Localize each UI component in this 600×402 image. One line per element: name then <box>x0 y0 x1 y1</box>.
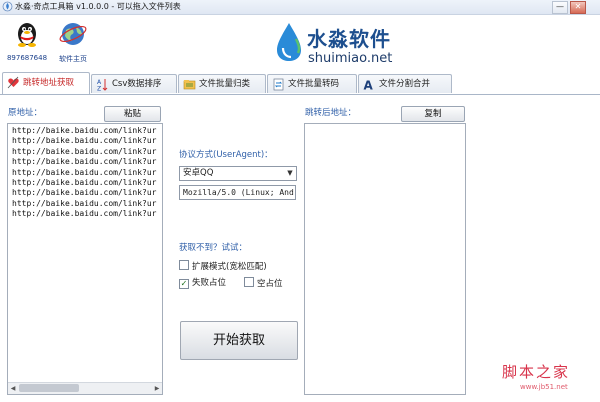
tab-label: 文件分割合并 <box>379 79 431 89</box>
protocol-label: 协议方式(UserAgent)： <box>179 150 273 160</box>
tab-file-split-merge[interactable]: A 文件分割合并 <box>358 74 452 93</box>
close-icon: ✕ <box>574 2 582 11</box>
url-list: http://baike.baidu.com/link?ur http://ba… <box>8 124 162 220</box>
extended-mode-checkbox[interactable]: 扩展模式(宽松匹配) <box>179 260 267 272</box>
title-bar: 水淼·奇点工具箱 v1.0.0.0 - 可以拖入文件列表 — ✕ <box>0 0 600 15</box>
checkbox-box <box>244 277 254 287</box>
minimize-icon: — <box>556 2 564 11</box>
file-convert-icon <box>273 78 284 91</box>
start-fetch-button[interactable]: 开始获取 <box>180 321 298 360</box>
checkbox-label: 失败占位 <box>192 278 227 288</box>
chevron-down-icon: ▼ <box>287 169 293 177</box>
qq-number: 897687648 <box>6 54 48 62</box>
source-label: 原地址： <box>8 108 43 118</box>
tab-content: 原地址： 粘贴 http://baike.baidu.com/link?ur h… <box>2 95 598 400</box>
tab-label: 文件批量归类 <box>199 79 251 89</box>
brand-name: 水淼软件 <box>307 27 391 51</box>
homepage-shortcut[interactable]: 软件主页 <box>48 19 98 64</box>
water-drop-icon <box>277 23 301 61</box>
app-icon <box>2 1 13 12</box>
tab-csv-sort[interactable]: A Z Csv数据排序 <box>91 74 177 93</box>
brand-domain: shuimiao.net <box>308 51 393 66</box>
paste-button[interactable]: 粘贴 <box>104 106 161 122</box>
useragent-input[interactable]: Mozilla/5.0 (Linux; And <box>179 185 296 200</box>
svg-text:A: A <box>364 79 374 92</box>
blank-panel <box>472 101 596 393</box>
scroll-right-icon[interactable]: ▶ <box>152 384 162 393</box>
horizontal-scrollbar[interactable]: ◀ ▶ <box>8 382 162 394</box>
heart-arrow-icon <box>7 76 19 89</box>
result-label: 跳转后地址： <box>305 108 357 118</box>
result-url-textarea[interactable] <box>304 123 466 395</box>
qq-penguin-icon <box>18 23 36 47</box>
sort-az-icon: A Z <box>97 79 108 92</box>
window-title: 水淼·奇点工具箱 v1.0.0.0 - 可以拖入文件列表 <box>15 2 181 11</box>
tab-file-transcode[interactable]: 文件批量转码 <box>267 74 357 93</box>
copy-button[interactable]: 复制 <box>401 106 465 122</box>
url-line: http://baike.baidu.com/link?ur <box>12 167 157 177</box>
url-line: http://baike.baidu.com/link?ur <box>12 209 157 219</box>
minimize-button[interactable]: — <box>552 1 568 14</box>
tab-label: Csv数据排序 <box>112 79 162 89</box>
close-button[interactable]: ✕ <box>570 1 586 14</box>
split-merge-icon: A <box>364 79 374 92</box>
globe-icon <box>59 23 87 45</box>
empty-placeholder-checkbox[interactable]: 空占位 <box>244 277 283 289</box>
url-line: http://baike.baidu.com/link?ur <box>12 157 157 167</box>
url-line: http://baike.baidu.com/link?ur <box>12 146 157 156</box>
watermark-url: www.jb51.net <box>520 383 568 391</box>
url-line: http://baike.baidu.com/link?ur <box>12 136 157 146</box>
useragent-select[interactable]: 安卓QQ ▼ <box>179 166 297 181</box>
retry-label: 获取不到？试试： <box>179 243 248 253</box>
scroll-left-icon[interactable]: ◀ <box>8 384 18 393</box>
checkmark-icon: ✓ <box>179 279 189 289</box>
useragent-selected: 安卓QQ <box>183 168 214 178</box>
svg-text:Z: Z <box>97 86 101 92</box>
homepage-label: 软件主页 <box>59 55 87 63</box>
qq-shortcut[interactable]: 897687648 <box>2 19 52 62</box>
fail-placeholder-checkbox[interactable]: ✓ 失败占位 <box>179 277 226 289</box>
checkbox-label: 扩展模式(宽松匹配) <box>192 262 267 272</box>
tab-label: 文件批量转码 <box>288 79 340 89</box>
url-line: http://baike.baidu.com/link?ur <box>12 198 157 208</box>
tab-file-classify[interactable]: 文件批量归类 <box>178 74 266 93</box>
watermark-text: 脚本之家 <box>502 363 571 381</box>
tab-redirect-fetch[interactable]: 跳转地址获取 <box>2 72 90 94</box>
tab-bar: 跳转地址获取 A Z Csv数据排序 文件批量归类 文件批量转码 A 文件分割合… <box>0 72 600 95</box>
header: 897687648 软件主页 水淼软件 shuimiao.net <box>0 15 600 71</box>
url-line: http://baike.baidu.com/link?ur <box>12 178 157 188</box>
checkbox-box <box>179 260 189 270</box>
tab-label: 跳转地址获取 <box>23 78 75 88</box>
folder-sort-icon <box>183 80 196 90</box>
scroll-thumb[interactable] <box>19 384 79 392</box>
url-line: http://baike.baidu.com/link?ur <box>12 188 157 198</box>
source-url-textarea[interactable]: http://baike.baidu.com/link?ur http://ba… <box>7 123 163 395</box>
checkbox-label: 空占位 <box>257 279 283 289</box>
app-window: 水淼·奇点工具箱 v1.0.0.0 - 可以拖入文件列表 — ✕ 8976876… <box>0 0 600 402</box>
url-line: http://baike.baidu.com/link?ur <box>12 126 157 135</box>
